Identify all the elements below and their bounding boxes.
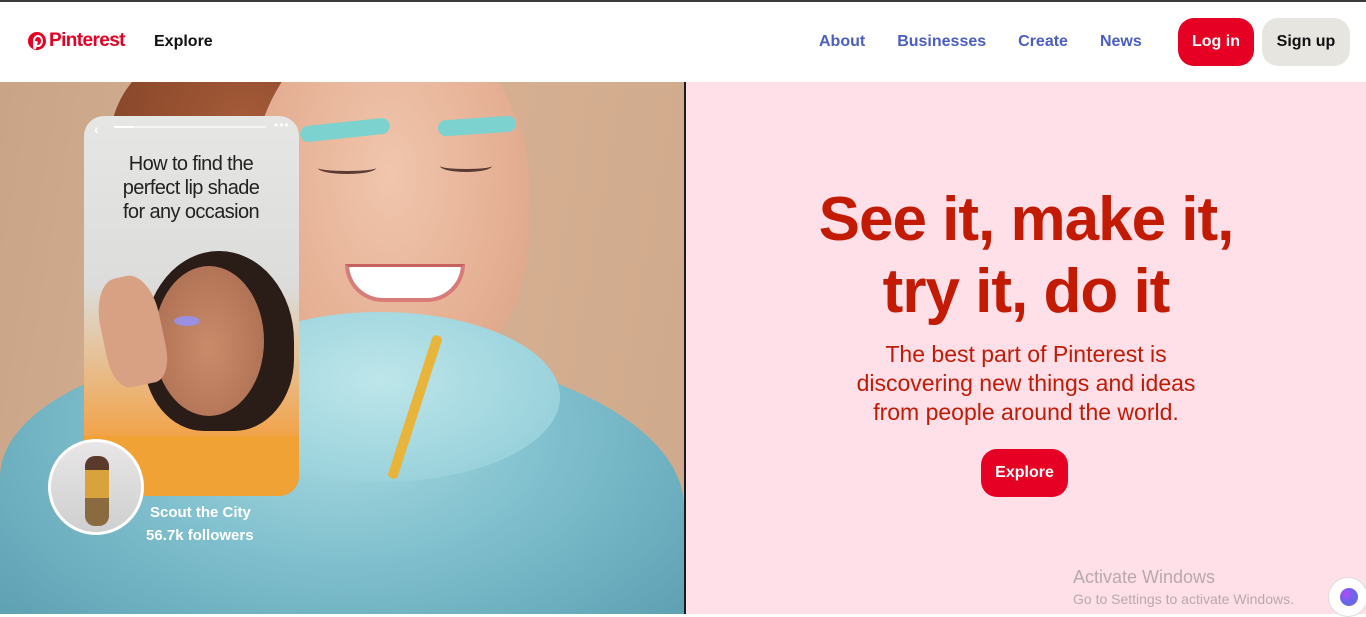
chevron-left-icon[interactable]: ‹ xyxy=(94,121,99,137)
story-title-line: How to find the xyxy=(128,153,254,175)
story-model-face xyxy=(154,266,264,416)
creator-avatar[interactable] xyxy=(48,439,144,535)
signup-button[interactable]: Sign up xyxy=(1262,18,1350,66)
creator-name[interactable]: Scout the City xyxy=(150,504,251,521)
story-progress-fill xyxy=(114,126,134,128)
logo-text: Pinterest xyxy=(49,30,126,51)
story-title: How to find the perfect lip shade for an… xyxy=(96,152,286,224)
closed-eye-right xyxy=(440,160,492,172)
nav-news-link[interactable]: News xyxy=(1100,33,1142,51)
nav-businesses-link[interactable]: Businesses xyxy=(897,33,986,51)
story-title-line: perfect lip shade xyxy=(122,177,260,199)
headline-line: See it, make it, xyxy=(818,185,1235,254)
activate-windows-title: Activate Windows xyxy=(1073,567,1216,587)
subtext-line: from people around the world. xyxy=(873,399,1179,425)
headline-line: try it, do it xyxy=(882,257,1171,326)
hero-headline: See it, make it, try it, do it xyxy=(686,184,1366,328)
smile xyxy=(345,264,465,302)
story-top-bar: ‹ ••• xyxy=(84,116,299,137)
pinterest-icon xyxy=(28,32,46,50)
pinterest-logo[interactable]: Pinterest xyxy=(28,30,126,52)
activate-windows-subtitle: Go to Settings to activate Windows. xyxy=(1073,591,1294,607)
closed-eye-left xyxy=(318,162,376,174)
login-button[interactable]: Log in xyxy=(1178,18,1254,66)
creator-follower-count: 56.7k followers xyxy=(146,527,254,544)
hero-text-panel: See it, make it, try it, do it The best … xyxy=(686,82,1366,617)
hero-subtext: The best part of Pinterest is discoverin… xyxy=(816,340,1236,427)
nav-links: About Businesses Create News xyxy=(819,33,1142,51)
nav-create-link[interactable]: Create xyxy=(1018,33,1068,51)
subtext-line: discovering new things and ideas xyxy=(856,370,1196,396)
idea-pin-story-card[interactable]: ‹ ••• How to find the perfect lip shade … xyxy=(84,116,299,496)
explore-nav-link[interactable]: Explore xyxy=(154,33,213,51)
avatar-person-image xyxy=(85,456,109,526)
more-options-icon[interactable]: ••• xyxy=(274,118,290,132)
top-navigation-bar: Pinterest Explore About Businesses Creat… xyxy=(0,2,1366,82)
story-progress-bar xyxy=(114,126,266,128)
purple-eyeshadow xyxy=(174,316,200,326)
hero-image-panel: ‹ ••• How to find the perfect lip shade … xyxy=(0,82,684,614)
subtext-line: The best part of Pinterest is xyxy=(885,341,1167,367)
explore-button[interactable]: Explore xyxy=(981,449,1068,497)
nav-about-link[interactable]: About xyxy=(819,33,865,51)
story-title-line: for any occasion xyxy=(122,201,260,223)
assistant-icon[interactable] xyxy=(1328,577,1366,617)
